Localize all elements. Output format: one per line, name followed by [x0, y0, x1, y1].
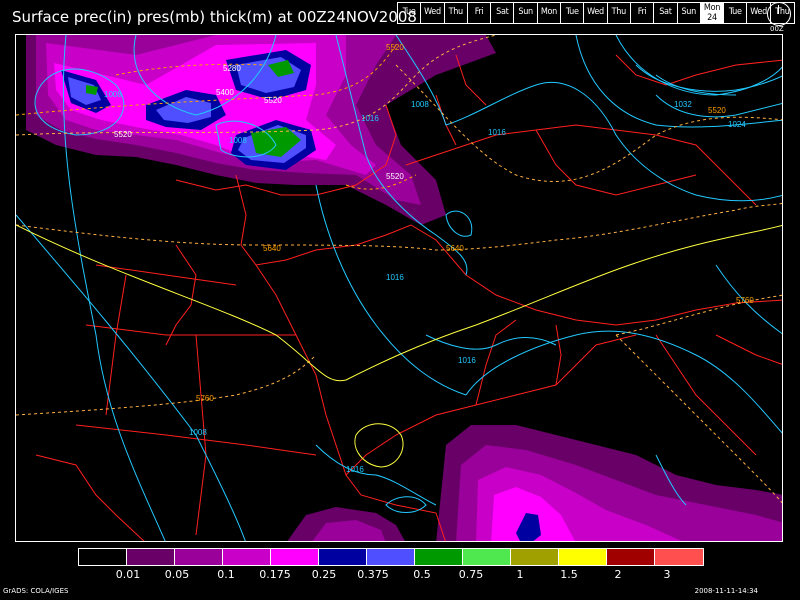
colorbar-label: 3: [663, 568, 671, 581]
thickness-label: 5640: [263, 244, 281, 253]
day-label: Sat: [659, 7, 672, 17]
day-cell[interactable]: Sun: [678, 3, 701, 23]
colorbar-swatch: [175, 549, 223, 565]
day-cell[interactable]: Fri: [468, 3, 492, 23]
colorbar-swatch: [607, 549, 655, 565]
day-cell[interactable]: Wed: [421, 3, 445, 23]
day-label: Sun: [518, 7, 533, 17]
day-cell[interactable]: Fri: [631, 3, 655, 23]
colorbar-swatch: [511, 549, 559, 565]
colorbar-label: 0.75: [458, 568, 484, 581]
thickness-label: 5280: [223, 64, 241, 73]
day-cell[interactable]: Thu: [445, 3, 468, 23]
colorbar-label: 0.175: [259, 568, 291, 581]
thickness-label: 5520: [708, 106, 726, 115]
colorbar-label: 1: [516, 568, 524, 581]
thickness-label: 5760: [736, 296, 754, 305]
colorbar-swatch: [655, 549, 703, 565]
isobar-label: 1024: [728, 120, 746, 129]
day-label: Fri: [637, 7, 647, 17]
weather-map: 1008 1008 1016 1008 1016 1032 1024 1016 …: [16, 35, 782, 541]
day-label: Wed: [587, 7, 604, 17]
day-cell[interactable]: Sat: [491, 3, 515, 23]
colorbar-swatch: [367, 549, 415, 565]
day-label: Wed: [424, 7, 441, 17]
day-cell[interactable]: Wed: [584, 3, 608, 23]
clock-icon: [767, 2, 791, 26]
thickness-label: 5760: [196, 394, 214, 403]
day-cell[interactable]: Sun: [514, 3, 538, 23]
day-cell[interactable]: Sat: [654, 3, 678, 23]
thickness-label: 5520: [386, 172, 404, 181]
colorbar-swatch: [463, 549, 511, 565]
isobar-label: 1008: [229, 136, 247, 145]
day-label: Tue: [565, 7, 579, 17]
day-label: Thu: [448, 7, 464, 17]
thickness-label: 5640: [446, 244, 464, 253]
colorbar-swatch: [127, 549, 175, 565]
day-label: Sat: [496, 7, 509, 17]
map-panel: 1008 1008 1016 1008 1016 1032 1024 1016 …: [15, 34, 783, 542]
colorbar-label: 0.01: [115, 568, 141, 581]
day-cell[interactable]: Mon 24: [700, 3, 725, 23]
colorbar-label: 0.1: [217, 568, 235, 581]
colorbar-label: 0.5: [413, 568, 431, 581]
colorbar-label: 0.375: [357, 568, 389, 581]
colorbar-label: 2: [614, 568, 622, 581]
day-label: Mon: [540, 7, 558, 17]
day-label: Sun: [681, 7, 696, 17]
day-label: Thu: [611, 7, 627, 17]
colorbar-label: 0.25: [311, 568, 337, 581]
day-cell[interactable]: Thu: [608, 3, 631, 23]
day-label: Mon: [703, 3, 721, 13]
isobar-label: 1008: [411, 100, 429, 109]
colorbar-label: 0.05: [164, 568, 190, 581]
software-credit: GrADS: COLA/IGES: [3, 587, 69, 595]
day-cell[interactable]: Tue: [724, 3, 748, 23]
isobar-label: 1008: [104, 90, 122, 99]
generation-timestamp: 2008-11-11-14:34: [694, 587, 758, 595]
colorbar-swatch: [559, 549, 607, 565]
isobar-label: 1016: [346, 465, 364, 474]
day-label: Fri: [474, 7, 484, 17]
day-label: Wed: [750, 7, 767, 17]
map-title: Surface prec(in) pres(mb) thick(m) at 00…: [12, 8, 417, 26]
day-number: 24: [707, 13, 717, 23]
thickness-label: 5400: [216, 88, 234, 97]
isobar-label: 1016: [386, 273, 404, 282]
colorbar-swatch: [415, 549, 463, 565]
day-label: Tue: [402, 7, 416, 17]
isobar-label: 1032: [674, 100, 692, 109]
colorbar-swatch: [319, 549, 367, 565]
colorbar-swatch: [79, 549, 127, 565]
clock-label: 00Z: [770, 25, 784, 33]
isobar-label: 1016: [458, 356, 476, 365]
thickness-label: 5520: [386, 43, 404, 52]
precip-colorbar: [78, 548, 704, 566]
isobar-label: 1016: [488, 128, 506, 137]
isobar-label: 1016: [361, 114, 379, 123]
colorbar-swatch: [271, 549, 319, 565]
day-cell[interactable]: Mon: [538, 3, 562, 23]
thickness-label: 5520: [114, 130, 132, 139]
isobar-label: 1008: [189, 428, 207, 437]
day-label: Tue: [728, 7, 742, 17]
colorbar-swatch: [223, 549, 271, 565]
day-cell[interactable]: Tue: [398, 3, 422, 23]
day-cell[interactable]: Tue: [561, 3, 585, 23]
thickness-label: 5520: [264, 96, 282, 105]
colorbar-label: 1.5: [560, 568, 578, 581]
forecast-day-bar: Tue Wed Thu Fri Sat Sun Mon Tue Wed Thu Fri Sat Sun M…: [397, 2, 796, 24]
